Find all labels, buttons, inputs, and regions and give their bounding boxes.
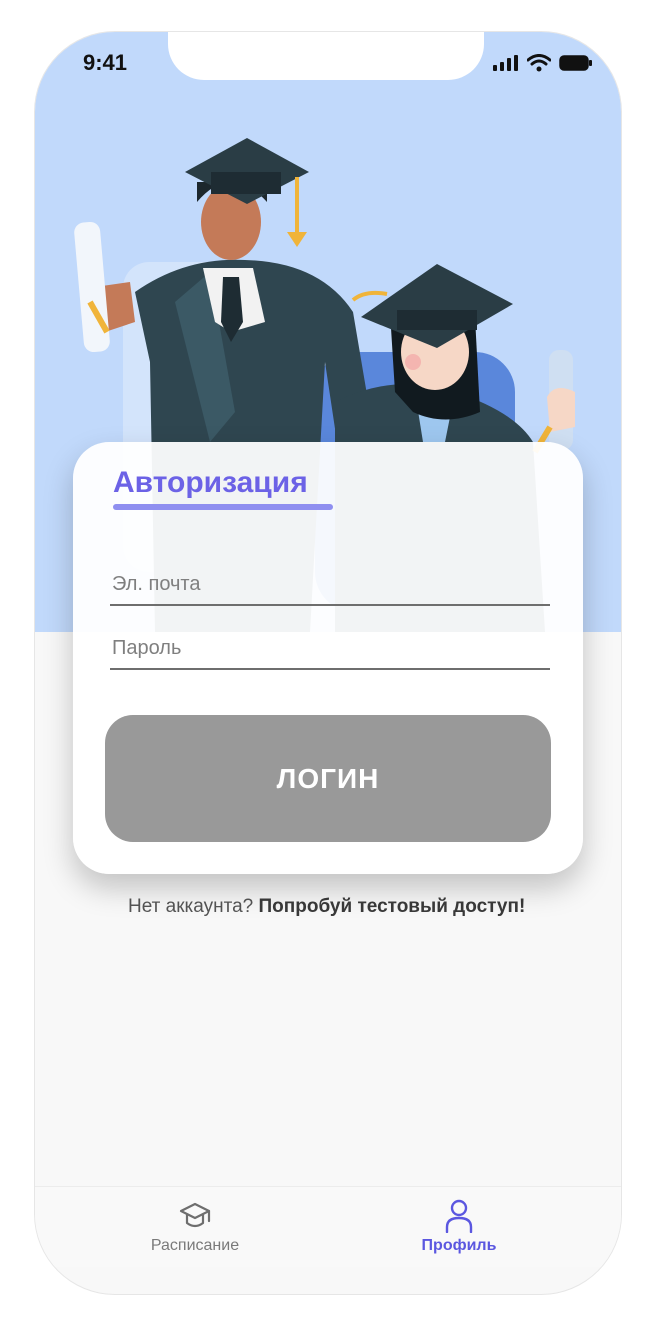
tab-bar: Расписание Профиль [35, 1186, 621, 1267]
graduation-cap-icon [179, 1202, 211, 1228]
user-icon [445, 1199, 473, 1233]
wifi-icon [527, 54, 551, 72]
password-field[interactable] [110, 628, 550, 670]
login-button[interactable]: ЛОГИН [105, 715, 551, 842]
phone-frame: 9:41 Авторизация ЛОГИН Нет [35, 32, 621, 1294]
tab-profile[interactable]: Профиль [359, 1187, 559, 1267]
auth-title: Авторизация [113, 466, 308, 499]
tab-schedule-label: Расписание [150, 1237, 240, 1254]
tab-profile-label: Профиль [421, 1237, 497, 1254]
title-underline [113, 504, 333, 510]
status-icons [493, 54, 593, 72]
tab-schedule[interactable]: Расписание [95, 1187, 295, 1267]
status-bar: 9:41 [35, 32, 621, 102]
battery-icon [559, 55, 592, 71]
cellular-signal-icon [493, 55, 518, 71]
signup-prompt: Нет аккаунта? Попробуй тестовый доступ! [128, 896, 525, 918]
auth-card: Авторизация ЛОГИН [73, 442, 583, 874]
signup-prompt-text: Нет аккаунта? [128, 896, 254, 917]
trial-access-link[interactable]: Попробуй тестовый доступ! [259, 896, 526, 917]
email-field[interactable] [110, 564, 550, 606]
status-time: 9:41 [83, 50, 128, 75]
